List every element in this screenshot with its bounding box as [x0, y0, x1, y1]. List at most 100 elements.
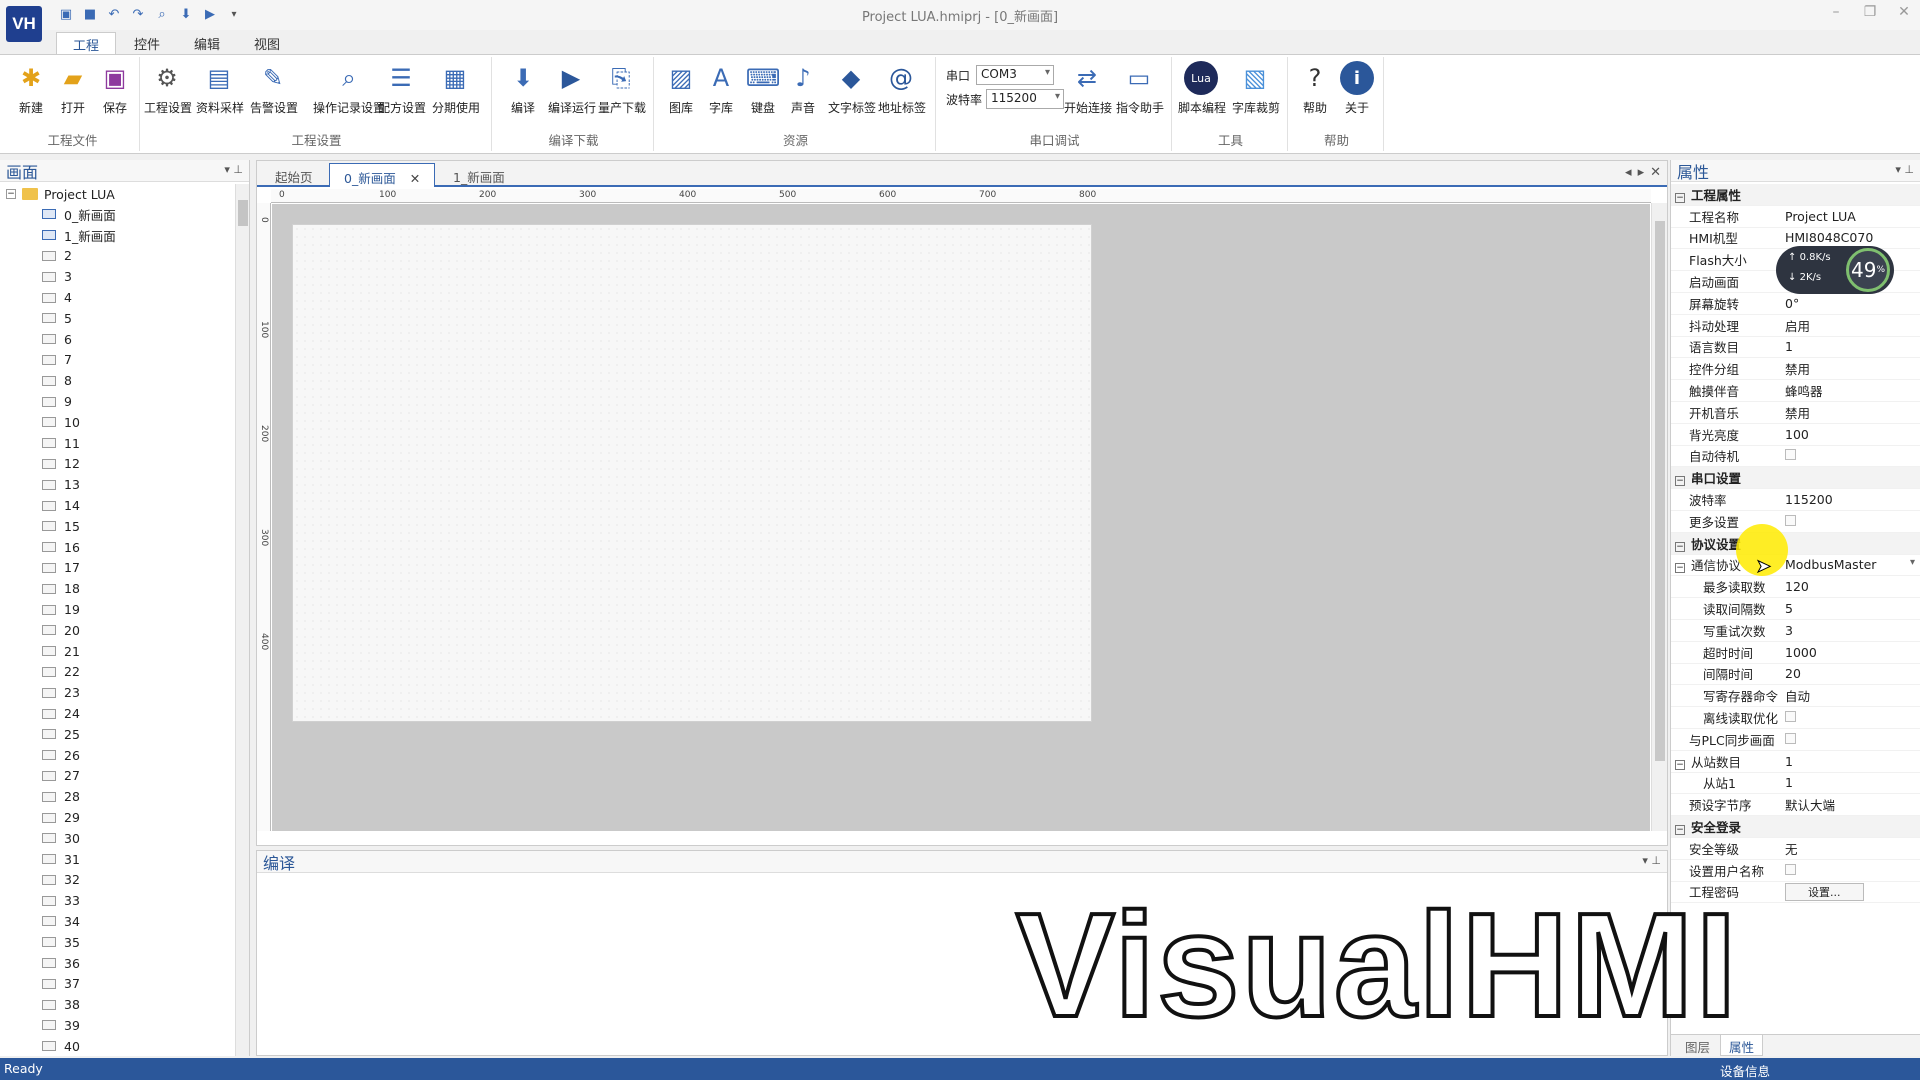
- tree-screen-item[interactable]: 11: [0, 433, 234, 454]
- app-logo[interactable]: VH: [6, 6, 42, 42]
- tree-screen-item[interactable]: 13: [0, 474, 234, 495]
- port-select[interactable]: COM3: [976, 65, 1055, 85]
- tree-screen-item[interactable]: 34: [0, 911, 234, 932]
- property-row[interactable]: 工程名称 Project LUA: [1671, 206, 1920, 228]
- property-value[interactable]: 默认大端: [1781, 795, 1920, 814]
- tree-screen-item[interactable]: 26: [0, 745, 234, 766]
- minimize-button[interactable]: –: [1826, 4, 1846, 20]
- tree-screen-item[interactable]: 25: [0, 724, 234, 745]
- start-connect-button[interactable]: ⇄ 开始连接: [1064, 61, 1112, 116]
- open-button[interactable]: ▰ 打开: [50, 61, 96, 116]
- property-value[interactable]: ModbusMaster ▾: [1781, 557, 1920, 572]
- property-value[interactable]: 20: [1781, 666, 1920, 681]
- address-label-button[interactable]: @ 地址标签: [878, 61, 926, 116]
- tree-screen-item[interactable]: 21: [0, 641, 234, 662]
- pin-icon[interactable]: ▾ ⊥: [1642, 854, 1661, 867]
- tree-root[interactable]: − Project LUA: [0, 184, 234, 204]
- property-value[interactable]: 无: [1781, 839, 1920, 858]
- font-trim-button[interactable]: ▧ 字库裁剪: [1232, 61, 1280, 116]
- tree-screen-item[interactable]: 9: [0, 391, 234, 412]
- property-value[interactable]: Project LUA: [1781, 209, 1920, 224]
- tree-screen-item[interactable]: 23: [0, 682, 234, 703]
- tab-screen-0[interactable]: 0_新画面 ✕: [329, 163, 436, 187]
- ribbon-tab-project[interactable]: 工程: [56, 32, 117, 54]
- collapse-icon[interactable]: −: [1675, 192, 1685, 203]
- set-password-button[interactable]: 设置...: [1785, 882, 1864, 901]
- tree-screen-item[interactable]: 38: [0, 994, 234, 1015]
- screen-page[interactable]: [292, 224, 1092, 722]
- sound-button[interactable]: ♪ 声音: [780, 61, 826, 116]
- tree-screen-item[interactable]: 10: [0, 412, 234, 433]
- tree-screen-item[interactable]: 16: [0, 537, 234, 558]
- mass-download-button[interactable]: ⎘ 量产下载: [598, 61, 646, 116]
- property-section[interactable]: − 串口设置: [1671, 467, 1920, 490]
- property-row[interactable]: 与PLC同步画面: [1671, 729, 1920, 751]
- tree-screen-item[interactable]: 14: [0, 495, 234, 516]
- compile-button[interactable]: ⬇ 编译: [500, 61, 546, 116]
- property-section[interactable]: − 工程属性: [1671, 184, 1920, 206]
- property-section[interactable]: − 协议设置: [1671, 532, 1920, 555]
- tree-screen-item[interactable]: 12: [0, 454, 234, 475]
- tree-screen-item[interactable]: 37: [0, 973, 234, 994]
- compile-run-button[interactable]: ▶ 编译运行: [548, 61, 596, 116]
- property-row[interactable]: 触摸伴音 蜂鸣器: [1671, 380, 1920, 402]
- pin-icon[interactable]: ▾ ⊥: [224, 163, 243, 176]
- property-value[interactable]: 启用: [1781, 316, 1920, 335]
- tree-screen-item[interactable]: 30: [0, 828, 234, 849]
- tree-screen-item[interactable]: 28: [0, 786, 234, 807]
- property-value[interactable]: HMI8048C070: [1781, 230, 1920, 245]
- close-button[interactable]: ✕: [1894, 4, 1914, 20]
- property-value[interactable]: 1: [1781, 339, 1920, 354]
- tree-screen-item[interactable]: 40: [0, 1036, 234, 1056]
- new-button[interactable]: ✱ 新建: [8, 61, 54, 116]
- property-section[interactable]: − 安全登录: [1671, 816, 1920, 838]
- property-row[interactable]: 从站1 1: [1671, 773, 1920, 795]
- tree-screen-item[interactable]: 20: [0, 620, 234, 641]
- help-button[interactable]: ? 帮助: [1292, 61, 1338, 116]
- tree-screen-item[interactable]: 17: [0, 558, 234, 579]
- tree-screen-item[interactable]: 32: [0, 870, 234, 891]
- tree-screen-item[interactable]: 36: [0, 953, 234, 974]
- property-value[interactable]: 0°: [1781, 296, 1920, 311]
- property-value[interactable]: 100: [1781, 427, 1920, 442]
- property-row[interactable]: 开机音乐 禁用: [1671, 402, 1920, 424]
- property-checkbox[interactable]: [1785, 449, 1796, 461]
- canvas-vertical-scrollbar[interactable]: [1651, 203, 1667, 831]
- property-value[interactable]: 蜂鸣器: [1781, 381, 1920, 400]
- data-sampling-button[interactable]: ▤ 资料采样: [196, 61, 244, 116]
- property-checkbox[interactable]: [1785, 863, 1796, 875]
- property-checkbox[interactable]: [1785, 732, 1796, 744]
- tree-screen-item[interactable]: 33: [0, 890, 234, 911]
- property-value[interactable]: 115200: [1781, 492, 1920, 507]
- property-value[interactable]: 3: [1781, 623, 1920, 638]
- property-row[interactable]: 写寄存器命令 自动: [1671, 685, 1920, 708]
- property-row[interactable]: 读取间隔数 5: [1671, 598, 1920, 620]
- scroll-thumb[interactable]: [238, 200, 248, 226]
- property-value[interactable]: 自动: [1781, 686, 1920, 705]
- baud-select[interactable]: 115200: [986, 89, 1065, 109]
- script-programming-button[interactable]: Lua 脚本编程: [1178, 61, 1226, 116]
- property-value[interactable]: [1781, 863, 1920, 878]
- collapse-icon[interactable]: −: [1675, 476, 1685, 487]
- project-settings-button[interactable]: ⚙ 工程设置: [144, 61, 192, 116]
- collapse-icon[interactable]: −: [1675, 541, 1685, 552]
- tree-screen-item[interactable]: 15: [0, 516, 234, 537]
- canvas-scroll-thumb[interactable]: [1655, 221, 1665, 761]
- tree-screen-item[interactable]: 7: [0, 350, 234, 371]
- restore-button[interactable]: ❐: [1860, 4, 1880, 20]
- tree-screen-item[interactable]: 4: [0, 287, 234, 308]
- property-row[interactable]: 安全等级 无: [1671, 838, 1920, 860]
- tree-screen-item[interactable]: 24: [0, 703, 234, 724]
- property-row[interactable]: 写重试次数 3: [1671, 620, 1920, 642]
- device-info[interactable]: 设备信息: [1720, 1061, 1770, 1080]
- tree-screen-item[interactable]: 1_新画面: [0, 225, 234, 246]
- scroll-right-icon[interactable]: ▸: [1638, 165, 1645, 180]
- pin-icon[interactable]: ▾ ⊥: [1895, 163, 1914, 176]
- property-value[interactable]: 设置...: [1781, 882, 1920, 901]
- tree-screen-item[interactable]: 2: [0, 246, 234, 267]
- property-row[interactable]: 自动待机: [1671, 446, 1920, 468]
- property-row[interactable]: 语言数目 1: [1671, 337, 1920, 359]
- property-value[interactable]: 5: [1781, 601, 1920, 616]
- property-row[interactable]: 超时时间 1000: [1671, 642, 1920, 664]
- tree-screen-item[interactable]: 3: [0, 266, 234, 287]
